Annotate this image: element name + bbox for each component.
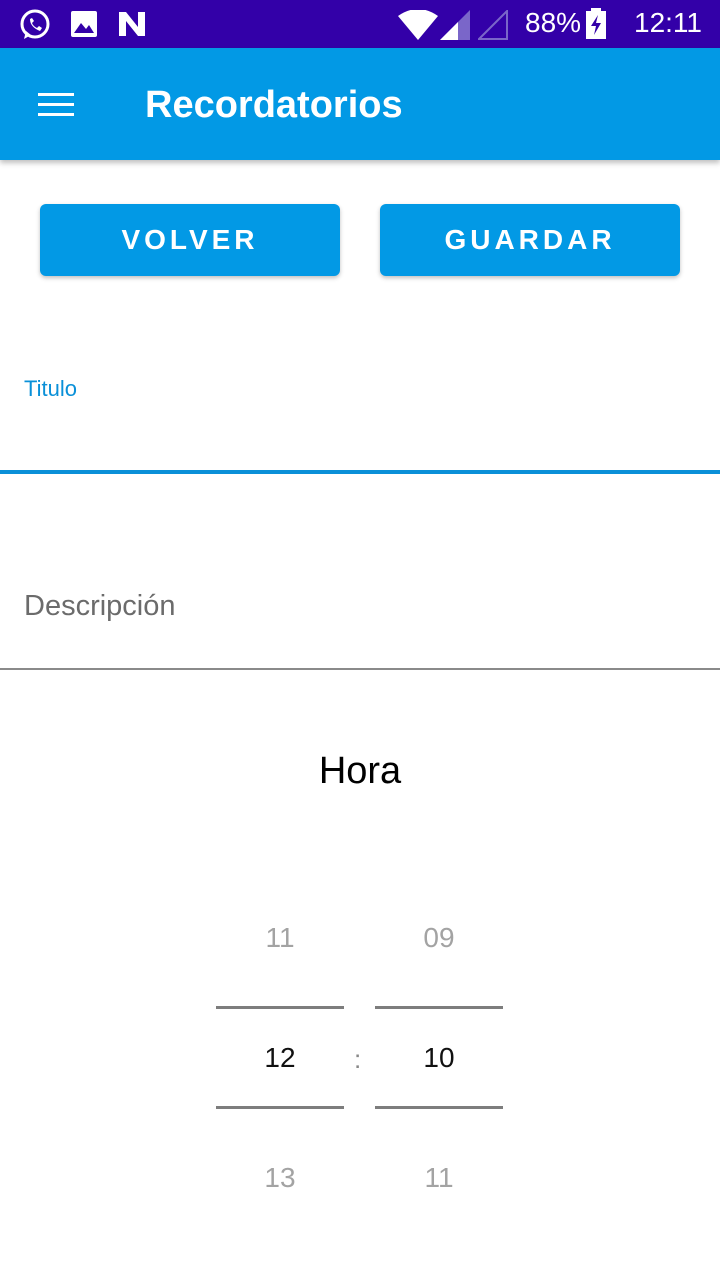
- minute-next[interactable]: 11: [375, 1162, 503, 1194]
- hour-divider-bottom: [216, 1106, 344, 1109]
- battery-charging-icon: [586, 8, 606, 39]
- image-icon: [71, 11, 97, 37]
- signal-icon: [440, 10, 470, 40]
- minute-selected[interactable]: 10: [375, 1042, 503, 1074]
- save-button[interactable]: GUARDAR: [380, 204, 680, 276]
- time-separator: :: [354, 1044, 362, 1074]
- back-button[interactable]: VOLVER: [40, 204, 340, 276]
- clock: 12:11: [634, 7, 702, 38]
- description-field-underline: [0, 668, 720, 670]
- battery-percent: 88%: [525, 7, 582, 38]
- n-app-icon: [119, 12, 145, 36]
- title-field-underline: [0, 470, 720, 474]
- app-bar: Recordatorios: [0, 48, 720, 160]
- description-placeholder: Descripción: [24, 590, 176, 622]
- time-heading: Hora: [318, 750, 402, 792]
- minute-divider-bottom: [375, 1106, 503, 1109]
- status-bar: 88% 12:11: [0, 0, 720, 48]
- hour-prev[interactable]: 11: [216, 922, 344, 954]
- title-field-label: Titulo: [24, 376, 77, 401]
- minute-divider-top: [375, 1006, 503, 1009]
- hour-next[interactable]: 13: [216, 1162, 344, 1194]
- hamburger-menu-icon[interactable]: [38, 93, 74, 117]
- minute-prev[interactable]: 09: [375, 922, 503, 954]
- app-title: Recordatorios: [145, 84, 403, 126]
- wifi-icon: [398, 10, 438, 40]
- signal-empty-icon: [478, 10, 508, 40]
- hour-divider-top: [216, 1006, 344, 1009]
- hour-selected[interactable]: 12: [216, 1042, 344, 1074]
- whatsapp-icon: [20, 9, 50, 39]
